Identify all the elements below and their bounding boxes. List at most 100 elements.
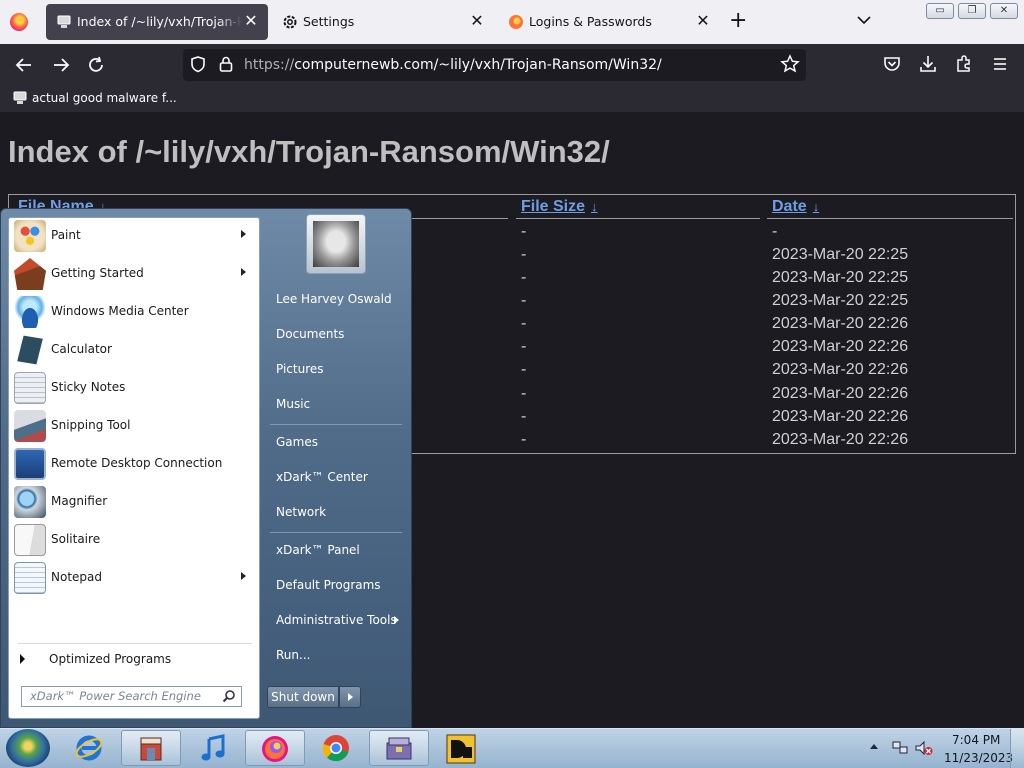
bookmark-item[interactable]: actual good malware f...: [32, 91, 177, 105]
date-cell: 2023-Mar-20 22:26: [772, 338, 909, 355]
magnifier-icon: [14, 486, 46, 518]
date-cell: 2023-Mar-20 22:26: [772, 315, 909, 332]
extensions-icon[interactable]: [954, 54, 974, 74]
start-right-administrative-tools[interactable]: Administrative Tools: [276, 613, 397, 627]
tab-index[interactable]: Index of /~lily/vxh/Trojan-Ransom/Win32/…: [46, 4, 268, 40]
start-item-sticky-notes[interactable]: Sticky Notes: [12, 370, 256, 406]
new-tab-button[interactable]: +: [729, 10, 747, 32]
url-text[interactable]: https://computernewb.com/~lily/vxh/Troja…: [244, 57, 662, 73]
start-right-default-programs[interactable]: Default Programs: [276, 578, 381, 592]
close-tab-icon[interactable]: ✕: [468, 12, 486, 30]
shutdown-options-button[interactable]: [339, 686, 361, 708]
start-item-snipping-tool[interactable]: Snipping Tool: [12, 408, 256, 444]
date-cell: -: [772, 223, 778, 240]
expand-arrow-icon: [20, 654, 25, 664]
menu-icon[interactable]: [990, 54, 1010, 74]
date-cell: 2023-Mar-20 22:26: [772, 431, 909, 448]
forward-arrow-icon[interactable]: [51, 55, 71, 75]
download-icon[interactable]: [918, 54, 938, 74]
taskbar-internet-explorer[interactable]: [60, 730, 120, 766]
date-cell: 2023-Mar-20 22:26: [772, 385, 909, 402]
tab-settings[interactable]: Settings ✕: [272, 4, 494, 40]
close-tab-icon[interactable]: ✕: [242, 12, 260, 30]
divider: [270, 424, 402, 425]
start-right-documents[interactable]: Documents: [276, 327, 344, 341]
sort-arrow-icon: ↓: [591, 199, 598, 214]
getting-started-icon: [14, 258, 46, 290]
start-item-remote-desktop-connection[interactable]: Remote Desktop Connection: [12, 446, 256, 482]
date-cell: 2023-Mar-20 22:26: [772, 361, 909, 378]
store-icon: [140, 737, 162, 761]
start-item-windows-media-center[interactable]: Windows Media Center: [12, 294, 256, 330]
start-item-magnifier[interactable]: Magnifier: [12, 484, 256, 520]
start-right-xdark-panel[interactable]: xDark™ Panel: [276, 543, 360, 557]
start-right-user[interactable]: Lee Harvey Oswald: [276, 292, 392, 306]
start-item-paint[interactable]: Paint: [12, 218, 256, 254]
start-right-games[interactable]: Games: [276, 435, 318, 449]
computer-icon: [13, 91, 27, 104]
tab-title: Logins & Passwords: [529, 14, 652, 29]
start-right-xdark-center[interactable]: xDark™ Center: [276, 470, 368, 484]
pocket-icon[interactable]: [882, 54, 902, 74]
date-cell: 2023-Mar-20 22:25: [772, 269, 909, 286]
gear-icon: [283, 15, 297, 29]
start-right-network[interactable]: Network: [276, 505, 326, 519]
start-right-run[interactable]: Run...: [276, 648, 310, 662]
tab-logins[interactable]: Logins & Passwords ✕: [498, 4, 720, 40]
start-item-solitaire[interactable]: Solitaire: [12, 522, 256, 558]
taskbar-app-3[interactable]: [431, 730, 491, 766]
shield-icon[interactable]: [189, 55, 207, 73]
header-rule: [767, 218, 1013, 219]
taskbar-chrome[interactable]: [307, 730, 367, 766]
user-picture: [313, 221, 359, 267]
volume-muted-icon[interactable]: [915, 740, 933, 756]
reload-icon[interactable]: [86, 55, 106, 75]
media-center-icon: [14, 296, 46, 328]
chrome-icon: [322, 735, 349, 762]
date-cell: 2023-Mar-20 22:25: [772, 246, 909, 263]
start-item-getting-started[interactable]: Getting Started: [12, 256, 256, 292]
sticky-notes-icon: [14, 372, 46, 404]
column-header-file-size[interactable]: File Size ↓: [521, 198, 598, 216]
taskbar-app-2[interactable]: [369, 730, 429, 766]
archive-icon: [386, 737, 412, 760]
internet-explorer-icon: [75, 735, 103, 761]
close-window-button[interactable]: ✕: [990, 3, 1018, 19]
clock-time[interactable]: 7:04 PM: [952, 733, 1000, 747]
computer-icon: [57, 15, 71, 28]
file-size-cell: -: [521, 385, 527, 402]
tab-title: Settings: [303, 14, 355, 29]
avatar[interactable]: [306, 214, 366, 274]
column-header-date[interactable]: Date ↓: [772, 198, 819, 216]
show-hidden-icons-button[interactable]: [870, 744, 878, 749]
start-item-calculator[interactable]: Calculator: [12, 332, 256, 368]
submenu-arrow-icon: [241, 572, 246, 580]
divider: [270, 532, 402, 533]
start-button[interactable]: [6, 729, 50, 767]
lock-icon[interactable]: [218, 55, 234, 73]
clock-date[interactable]: 11/23/2023: [944, 751, 1013, 765]
start-right-music[interactable]: Music: [276, 397, 310, 411]
network-icon[interactable]: [892, 740, 908, 756]
taskbar-music-player[interactable]: [183, 730, 243, 766]
page-title: Index of /~lily/vxh/Trojan-Ransom/Win32/: [8, 134, 610, 169]
start-right-pictures[interactable]: Pictures: [276, 362, 324, 376]
back-arrow-icon[interactable]: [14, 55, 34, 75]
firefox-icon: [509, 15, 523, 29]
submenu-arrow-icon: [394, 616, 399, 624]
taskbar-app-1[interactable]: [121, 730, 181, 766]
taskbar-firefox[interactable]: [245, 730, 305, 766]
chevron-down-icon[interactable]: [856, 12, 872, 28]
file-size-cell: -: [521, 269, 527, 286]
file-size-cell: -: [521, 408, 527, 425]
start-item-notepad[interactable]: Notepad: [12, 560, 256, 596]
close-tab-icon[interactable]: ✕: [694, 12, 712, 30]
search-icon[interactable]: [222, 689, 236, 703]
shutdown-button[interactable]: Shut down: [267, 686, 339, 708]
restore-button[interactable]: ❐: [958, 3, 986, 19]
optimized-programs-item[interactable]: Optimized Programs: [49, 652, 171, 666]
search-placeholder: xDark™ Power Search Engine: [30, 689, 201, 703]
show-desktop-button[interactable]: [1010, 729, 1024, 768]
star-icon[interactable]: [780, 54, 800, 74]
minimize-button[interactable]: ▭: [926, 3, 954, 19]
